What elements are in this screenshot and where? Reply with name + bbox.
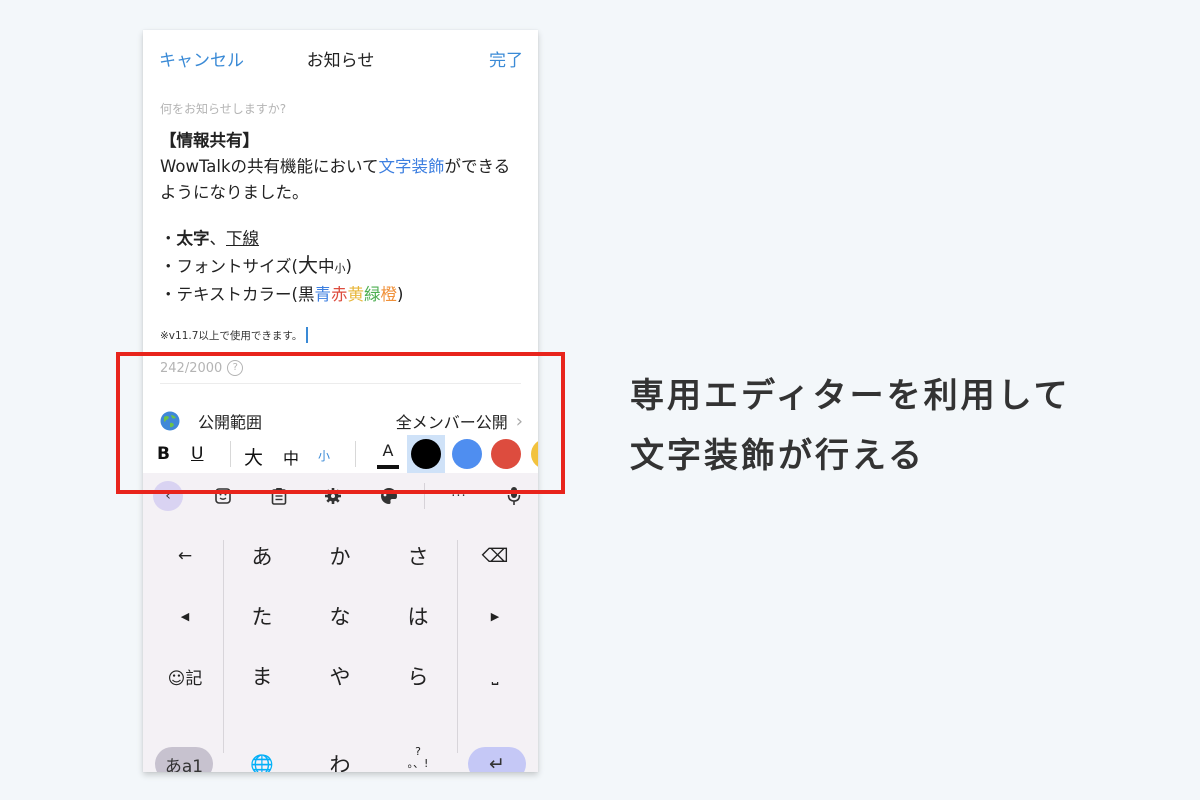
backspace-key[interactable]: ⌫ bbox=[465, 531, 525, 581]
space-key[interactable]: ⎵ bbox=[465, 651, 525, 701]
emoji-symbol-key[interactable]: ☺記 bbox=[155, 651, 215, 701]
cursor-left-key[interactable]: ◀ bbox=[155, 591, 215, 641]
key-na[interactable]: な bbox=[310, 591, 370, 641]
bullet-bold-underline: ・太字、下線 bbox=[160, 229, 259, 248]
keyboard: ‹ ··· ← あ か さ ⌫ ◀ た な は ▶ ☺記 ま や ら ⎵ あa1… bbox=[143, 473, 538, 772]
cursor-right-key[interactable]: ▶ bbox=[465, 591, 525, 641]
caption-line-1: 専用エディターを利用して bbox=[630, 376, 1071, 416]
key-wa[interactable]: わ bbox=[310, 739, 370, 772]
key-ta[interactable]: た bbox=[232, 591, 292, 641]
key-ka[interactable]: か bbox=[310, 531, 370, 581]
editor-body[interactable]: 【情報共有】 WowTalkの共有機能において文字装飾ができる ようになりました… bbox=[160, 128, 530, 308]
enter-key[interactable]: ↵ bbox=[468, 747, 526, 772]
bullet-font-size: ・フォントサイズ(大中小) bbox=[160, 253, 352, 277]
keyboard-divider bbox=[457, 540, 458, 753]
keyboard-divider bbox=[223, 540, 224, 753]
editor-line1: WowTalkの共有機能において文字装飾ができる bbox=[160, 157, 511, 176]
editor-note: ※v11.7以上で使用できます。 bbox=[160, 327, 309, 343]
key-a[interactable]: あ bbox=[232, 531, 292, 581]
key-ya[interactable]: や bbox=[310, 651, 370, 701]
highlight-box bbox=[116, 352, 565, 494]
key-ha[interactable]: は bbox=[388, 591, 448, 641]
key-ra[interactable]: ら bbox=[388, 651, 448, 701]
key-ma[interactable]: ま bbox=[232, 651, 292, 701]
undo-key[interactable]: ← bbox=[155, 531, 215, 581]
styled-text-blue: 文字装飾 bbox=[378, 157, 445, 176]
punctuation-key[interactable]: ? 。、! … bbox=[388, 739, 448, 773]
caption-line-2: 文字装飾が行える bbox=[630, 436, 925, 476]
editor-line2: ようになりました。 bbox=[160, 183, 309, 202]
editor-heading: 【情報共有】 bbox=[160, 131, 259, 150]
feature-caption: 専用エディターを利用して 文字装飾が行える bbox=[630, 366, 1071, 486]
editor-placeholder: 何をお知らせしますか? bbox=[160, 102, 287, 116]
bullet-text-color: ・テキストカラー(黒青赤黄緑橙) bbox=[160, 285, 404, 304]
key-sa[interactable]: さ bbox=[388, 531, 448, 581]
input-mode-key[interactable]: あa1 bbox=[155, 747, 213, 772]
text-caret bbox=[306, 327, 309, 343]
done-button[interactable]: 完了 bbox=[489, 46, 523, 71]
globe-key[interactable]: 🌐 bbox=[232, 739, 292, 773]
page-title: お知らせ bbox=[306, 51, 375, 71]
